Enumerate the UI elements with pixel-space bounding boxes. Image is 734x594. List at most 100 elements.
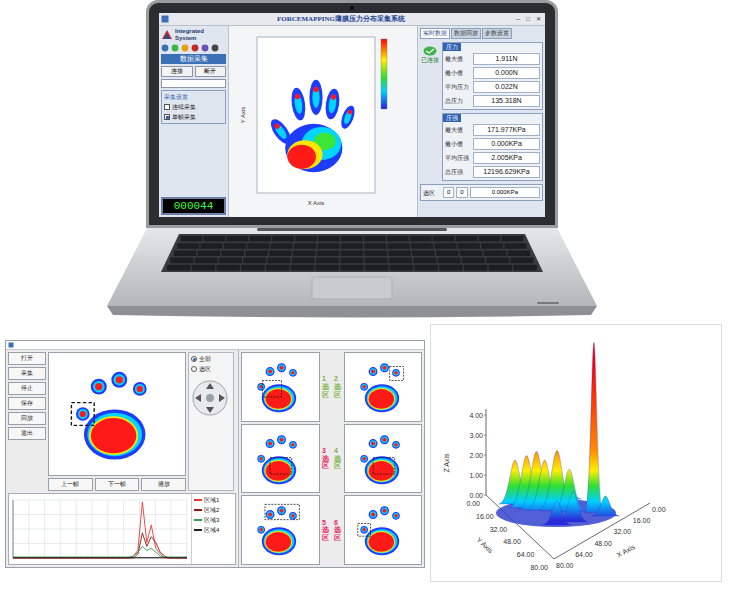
series-line [13,502,187,558]
legend-swatch [194,499,202,501]
logo-text: Integrated System [175,28,226,42]
player-button[interactable]: 下一帧 [95,478,140,491]
tool-icon[interactable] [171,44,179,52]
value-row: 总压强12196.629KPa [445,166,540,178]
player-button[interactable]: 上一帧 [48,478,93,491]
text-field[interactable] [161,79,226,88]
value-label: 平均压力 [445,83,473,91]
toe-blob [392,441,400,449]
direction-pad-icon[interactable] [191,379,229,417]
value-label: 总压强 [445,168,473,176]
tab[interactable]: 数据回放 [451,28,481,39]
surface-chart: 0.001.002.003.004.000.0016.0032.0048.006… [430,324,722,582]
value-field: 0.022N [473,81,540,93]
selection-box[interactable] [262,380,281,397]
y-tick: 16.00 [476,513,494,520]
radio-row[interactable]: 选区 [191,365,231,373]
window-button[interactable]: ✕ [533,15,543,23]
selection-box[interactable] [71,403,94,426]
player-button[interactable]: 播放 [141,478,186,491]
tool-icon[interactable] [161,44,169,52]
connection-icon [423,46,437,56]
value-row: 总压力135.318N [445,95,540,107]
tool-button[interactable]: 退出 [8,427,46,440]
selection-box[interactable] [389,366,403,380]
region-panel[interactable]: 1选区 [241,352,331,422]
region-label: 4选区 [334,447,341,470]
palm-blob [364,384,398,412]
tool-button[interactable]: 停止 [8,382,46,395]
left-panel: Integrated System数据采集连接断开采集设置连续采集单帧采集000… [159,26,229,217]
selection-field: 0 [456,187,467,198]
selection-box[interactable] [270,457,292,474]
tool-icon[interactable] [181,44,189,52]
toe-blob [277,507,286,516]
tab[interactable]: 实时数据 [420,28,450,39]
laptop-base [107,228,597,320]
x-axis-label: X Axis [616,543,637,559]
region-panel[interactable]: 6选区 [333,495,423,565]
selection-field: 0.000KPa [470,187,540,198]
toe-blob [392,512,400,520]
window-button[interactable]: ─ [513,15,523,23]
toe-blob [368,439,377,448]
checkbox-row[interactable]: 单帧采集 [164,113,223,121]
value-label: 最大值 [445,126,473,134]
y-tick: 32.00 [490,526,508,533]
panel-button[interactable]: 连接 [161,66,193,77]
value-field: 135.318N [473,95,540,107]
toe-blob [368,367,377,376]
x-axis-label: X Axis [308,200,325,206]
value-row: 平均压强2.005KPa [445,152,540,164]
checkbox-row[interactable]: 连续采集 [164,103,223,111]
panel-button[interactable]: 断开 [195,66,227,77]
z-tick: 4.00 [469,412,483,419]
z-tick: 1.00 [469,472,483,479]
z-tick: 2.00 [469,452,483,459]
settings-group: 采集设置连续采集单帧采集 [161,90,226,124]
value-row: 最小值0.000N [445,67,540,79]
tool-icon[interactable] [201,44,209,52]
group-title: 采集设置 [164,93,223,101]
keyboard [161,234,543,272]
region-panel[interactable]: 5选区 [241,495,331,565]
series-line [13,557,187,558]
checkbox[interactable] [164,114,170,120]
radio[interactable] [191,366,197,372]
tool-button[interactable]: 回放 [8,412,46,425]
region-label: 2选区 [334,375,341,398]
checkbox[interactable] [164,104,170,110]
region-panel[interactable]: 3选区 [241,424,331,494]
region-label: 3选区 [322,447,329,470]
selection-box[interactable] [373,457,395,474]
value-label: 最大值 [445,55,473,63]
logo: Integrated System [161,28,226,42]
region-panel[interactable]: 4选区 [333,424,423,494]
radio-row[interactable]: 全部 [191,355,231,363]
window-button[interactable]: □ [523,15,533,23]
x-tick: 0.00 [652,506,666,513]
toe-blob [76,407,90,421]
touchpad[interactable] [312,277,392,299]
palm-blob [262,384,296,412]
group-title: 压强 [443,114,461,122]
selection-box[interactable] [357,524,370,537]
selection-box[interactable] [265,505,299,520]
radio[interactable] [191,356,197,362]
title-bar [6,341,424,350]
value-field: 1.911N [473,53,540,65]
tab[interactable]: 参数设置 [482,28,512,39]
tool-icon[interactable] [191,44,199,52]
toe-blob [289,441,297,449]
z-axis-label: Z Axis [443,453,450,473]
tool-button[interactable]: 保存 [8,397,46,410]
value-row: 平均压力0.022N [445,81,540,93]
region-panel[interactable]: 2选区 [333,352,423,422]
tool-icon[interactable] [211,44,219,52]
value-label: 平均压强 [445,154,473,162]
tool-button[interactable]: 采集 [8,367,46,380]
tool-button[interactable]: 打开 [8,352,46,365]
app-icon [161,15,169,23]
toe-blob [368,510,377,519]
surface-peak [592,496,620,516]
